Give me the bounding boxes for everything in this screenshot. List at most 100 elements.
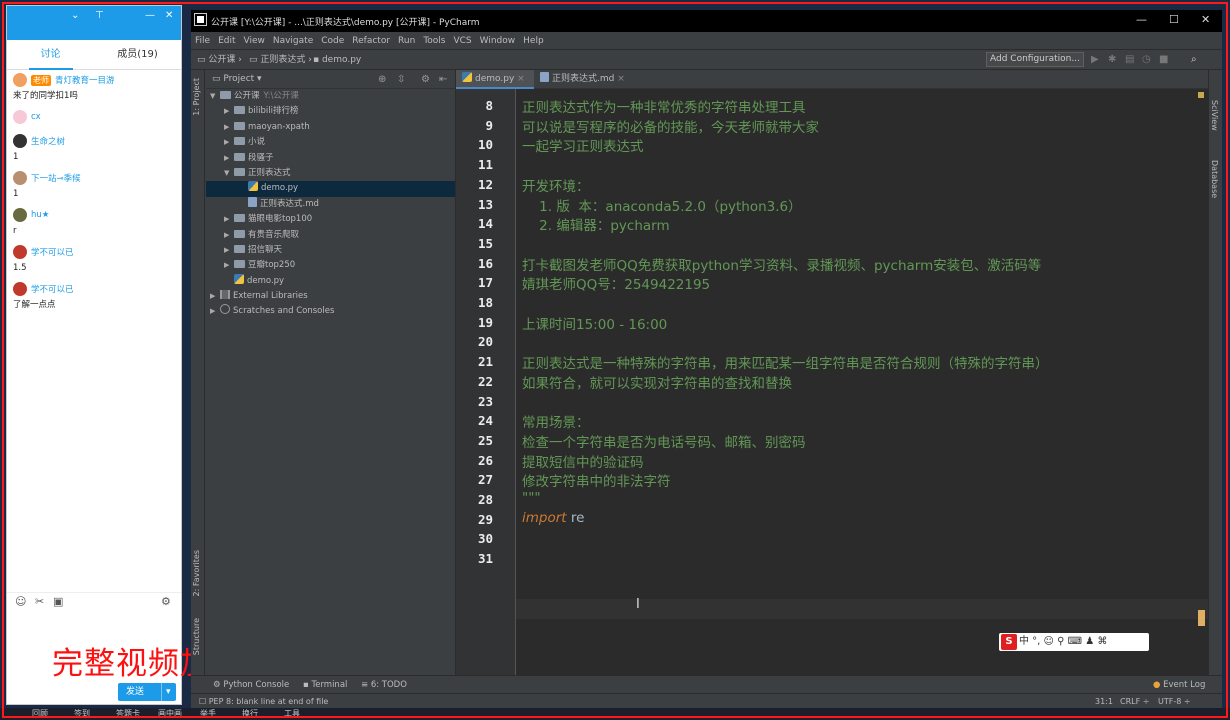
sender-name[interactable]: 下一站⊸季候 — [31, 172, 81, 184]
tree-item[interactable]: demo.py — [206, 181, 455, 197]
chevron-down-icon[interactable]: ▼ — [210, 89, 220, 104]
tree-item[interactable]: 正则表达式.md — [206, 196, 455, 212]
pin-icon[interactable]: ⊤ — [95, 10, 104, 21]
caret-position[interactable]: 31:1 — [1095, 694, 1113, 709]
stop-icon[interactable]: ■ — [1159, 50, 1168, 70]
menu-item[interactable]: Window — [480, 32, 516, 49]
gear-icon[interactable]: ⚙ — [161, 595, 171, 608]
taskbar-item[interactable]: 答题卡 — [116, 708, 140, 720]
avatar[interactable] — [13, 171, 27, 185]
chevron-down-icon[interactable]: ⌄ — [71, 10, 79, 21]
chevron-right-icon[interactable]: ▶ — [210, 304, 220, 319]
code-line[interactable]: 2. 编辑器：pycharm — [522, 214, 669, 234]
todo-tab[interactable]: ≡ 6: TODO — [361, 676, 407, 694]
coverage-icon[interactable]: ▤ — [1125, 50, 1134, 70]
taskbar-item[interactable]: 画中画 — [158, 708, 182, 720]
code-line[interactable]: 一起学习正则表达式 — [522, 135, 644, 155]
inspection-indicator[interactable] — [1198, 92, 1204, 98]
chevron-right-icon[interactable]: ▶ — [224, 243, 234, 258]
ime-toolbar[interactable]: S中 °, ☺ ⚲ ⌨ ♟ ⌘ — [999, 633, 1149, 651]
code-line[interactable]: 1. 版 本：anaconda5.2.0（python3.6） — [522, 195, 802, 215]
menu-item[interactable]: Refactor — [352, 32, 390, 49]
breadcrumb-file[interactable]: ▪ demo.py — [313, 50, 361, 70]
chevron-down-icon[interactable]: ▼ — [224, 166, 234, 181]
minimize-icon[interactable]: — — [1136, 13, 1147, 26]
code-line[interactable]: 检查一个字符串是否为电话号码、邮箱、别密码 — [522, 431, 806, 451]
search-icon[interactable]: ⌕ — [1191, 50, 1197, 70]
tree-item[interactable]: ▶ 豆瓣top250 — [206, 258, 455, 273]
close-icon[interactable]: ✕ — [165, 10, 173, 21]
tab-discussion[interactable]: 讨论 — [7, 40, 94, 69]
tree-item[interactable]: ▼ 正则表达式 — [206, 166, 455, 181]
taskbar-item[interactable]: 回顾 — [32, 708, 48, 720]
menu-item[interactable]: VCS — [453, 32, 471, 49]
taskbar-item[interactable]: 签到 — [74, 708, 90, 720]
code-line[interactable]: 提取短信中的验证码 — [522, 451, 644, 471]
tree-item[interactable]: ▶ 有贵音乐爬取 — [206, 228, 455, 243]
code-line[interactable]: 正则表达式是一种特殊的字符串，用来匹配某一组字符串是否符合规则（特殊的字符串） — [522, 352, 1049, 372]
collapse-icon[interactable]: ⇳ — [397, 70, 405, 89]
code-line[interactable]: 修改字符串中的非法字符 — [522, 470, 671, 490]
debug-icon[interactable]: ✱ — [1108, 50, 1116, 70]
avatar[interactable] — [13, 73, 27, 87]
code-line[interactable]: 打卡截图发老师QQ免费获取python学习资料、录播视频、pycharm安装包、… — [522, 254, 1041, 274]
file-encoding[interactable]: UTF-8 ÷ — [1158, 694, 1191, 709]
code-line[interactable]: 可以说是写程序的必备的技能，今天老师就带大家 — [522, 116, 819, 136]
tree-item[interactable]: ▶ bilibili排行榜 — [206, 104, 455, 119]
chevron-right-icon[interactable]: ▶ — [224, 212, 234, 227]
sciview-tool-tab[interactable]: SciView — [1210, 100, 1219, 131]
sender-name[interactable]: hu★ — [31, 210, 49, 220]
chevron-right-icon[interactable]: ▶ — [224, 228, 234, 243]
menu-item[interactable]: Navigate — [273, 32, 313, 49]
menu-item[interactable]: File — [195, 32, 210, 49]
code-content[interactable]: 正则表达式作为一种非常优秀的字符串处理工具 可以说是写程序的必备的技能，今天老师就… — [522, 89, 1208, 675]
profile-icon[interactable]: ◷ — [1142, 50, 1151, 70]
minimize-icon[interactable]: — — [145, 10, 155, 21]
maximize-icon[interactable]: ☐ — [1169, 13, 1179, 26]
structure-tool-tab[interactable]: Structure — [192, 618, 201, 655]
avatar[interactable] — [13, 208, 27, 222]
hide-icon[interactable]: ⇤ — [439, 70, 447, 89]
send-button[interactable]: 发送 ▾ — [118, 683, 176, 701]
code-line[interactable]: 开发环境： — [522, 175, 590, 195]
code-line[interactable]: 上课时间15:00 - 16:00 — [522, 313, 667, 333]
code-line[interactable]: import re — [522, 510, 584, 526]
sender-name[interactable]: 青灯教育一目游 — [55, 74, 115, 86]
close-icon[interactable]: ✕ — [1201, 13, 1210, 26]
chevron-down-icon[interactable]: ▾ — [161, 683, 171, 701]
gear-icon[interactable]: ⚙ — [421, 70, 430, 89]
image-icon[interactable]: ▣ — [53, 595, 63, 608]
sender-name[interactable]: 学不可以已 — [31, 283, 74, 295]
project-view-selector[interactable]: ▭ Project ▾ — [212, 74, 262, 84]
menu-item[interactable]: Run — [398, 32, 415, 49]
tree-item[interactable]: ▶ 小说 — [206, 135, 455, 150]
chevron-right-icon[interactable]: ▶ — [224, 120, 234, 135]
tab-members[interactable]: 成员(19) — [94, 40, 181, 69]
avatar[interactable] — [13, 245, 27, 259]
terminal-tab[interactable]: ▪ Terminal — [303, 676, 347, 694]
tree-item[interactable]: ▶ External Libraries — [206, 289, 455, 304]
code-line[interactable]: 常用场景： — [522, 411, 590, 431]
code-line[interactable]: 婧琪老师QQ号：2549422195 — [522, 273, 710, 293]
add-configuration-button[interactable]: Add Configuration... — [986, 52, 1084, 67]
tree-item[interactable]: ▼ 公开课 Y:\公开课 — [206, 89, 455, 104]
menu-item[interactable]: Tools — [423, 32, 445, 49]
project-tool-tab[interactable]: 1: Project — [192, 78, 201, 116]
avatar[interactable] — [13, 110, 27, 124]
tree-item[interactable]: ▶ 招信聊天 — [206, 243, 455, 258]
avatar[interactable] — [13, 134, 27, 148]
favorites-tool-tab[interactable]: 2: Favorites — [192, 550, 201, 596]
line-separator[interactable]: CRLF ÷ — [1120, 694, 1149, 709]
tab-regex-md[interactable]: 正则表达式.md × — [534, 70, 630, 89]
tree-item[interactable]: ▶ 猫眼电影top100 — [206, 212, 455, 227]
sender-name[interactable]: 生命之树 — [31, 135, 65, 147]
breadcrumb-project[interactable]: ▭ 公开课 › — [197, 50, 242, 70]
tree-item[interactable]: ▶ maoyan-xpath — [206, 120, 455, 135]
sender-name[interactable]: 学不可以已 — [31, 246, 74, 258]
taskbar-item[interactable]: 举手 — [200, 708, 216, 720]
emoji-icon[interactable]: ☺ — [15, 595, 26, 608]
menu-item[interactable]: Code — [321, 32, 344, 49]
breadcrumb-folder[interactable]: ▭ 正则表达式 › — [249, 50, 312, 70]
menu-item[interactable]: Edit — [218, 32, 235, 49]
code-line[interactable]: """ — [522, 490, 541, 506]
